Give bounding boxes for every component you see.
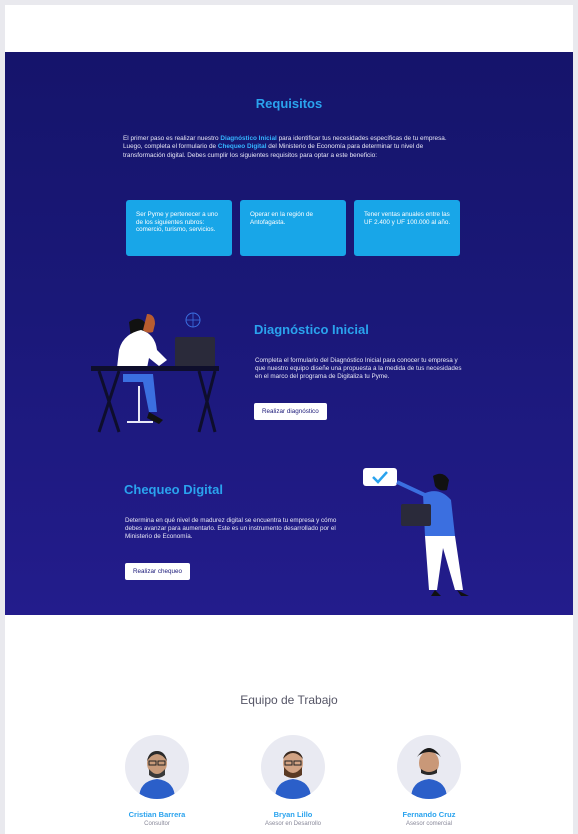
team-member-card: Bryan Lillo Asesor en Desarrollo bbox=[243, 735, 343, 827]
member-name: Cristian Barrera bbox=[128, 810, 186, 819]
intro-paragraph: El primer paso es realizar nuestro Diagn… bbox=[123, 135, 461, 160]
page: Requisitos El primer paso es realizar nu… bbox=[5, 5, 573, 834]
chequeo-description: Determina en qué nivel de madurez digita… bbox=[125, 517, 337, 540]
requirement-card: Tener ventas anuales entre las UF 2.400 … bbox=[354, 200, 460, 256]
avatar bbox=[125, 735, 189, 799]
chequeo-button[interactable]: Realizar chequeo bbox=[125, 563, 191, 580]
avatar bbox=[261, 735, 325, 799]
section-title-chequeo: Chequeo Digital bbox=[124, 482, 223, 497]
diagnostico-button[interactable]: Realizar diagnóstico bbox=[254, 403, 327, 420]
team-member-card: Fernando Cruz Asesor comercial bbox=[379, 735, 479, 827]
member-role: Consultor bbox=[144, 821, 170, 827]
member-role: Asesor comercial bbox=[405, 821, 452, 827]
person-at-desk-illustration bbox=[89, 302, 229, 438]
section-title-requisitos: Requisitos bbox=[255, 96, 323, 111]
member-role: Asesor en Desarrollo bbox=[264, 821, 322, 827]
diagnostico-description: Completa el formulario del Diagnóstico I… bbox=[255, 357, 462, 380]
link-chequeo[interactable]: Chequeo Digital bbox=[218, 143, 267, 150]
requirement-card: Operar en la región de Antofagasta. bbox=[240, 200, 346, 256]
member-name: Fernando Cruz bbox=[402, 810, 456, 819]
team-member-card: Cristian Barrera Consultor bbox=[107, 735, 207, 827]
person-checkmark-illustration bbox=[361, 464, 481, 600]
team-title: Equipo de Trabajo bbox=[240, 693, 338, 707]
intro-text: El primer paso es realizar nuestro bbox=[123, 135, 221, 142]
requirements-section: Requisitos El primer paso es realizar nu… bbox=[5, 52, 573, 615]
link-diagnostico[interactable]: Diagnóstico Inicial bbox=[220, 135, 276, 142]
requirement-card: Ser Pyme y pertenecer a uno de los sigui… bbox=[126, 200, 232, 256]
avatar bbox=[397, 735, 461, 799]
member-name: Bryan Lillo bbox=[273, 810, 313, 819]
section-title-diagnostico: Diagnóstico Inicial bbox=[254, 322, 369, 337]
